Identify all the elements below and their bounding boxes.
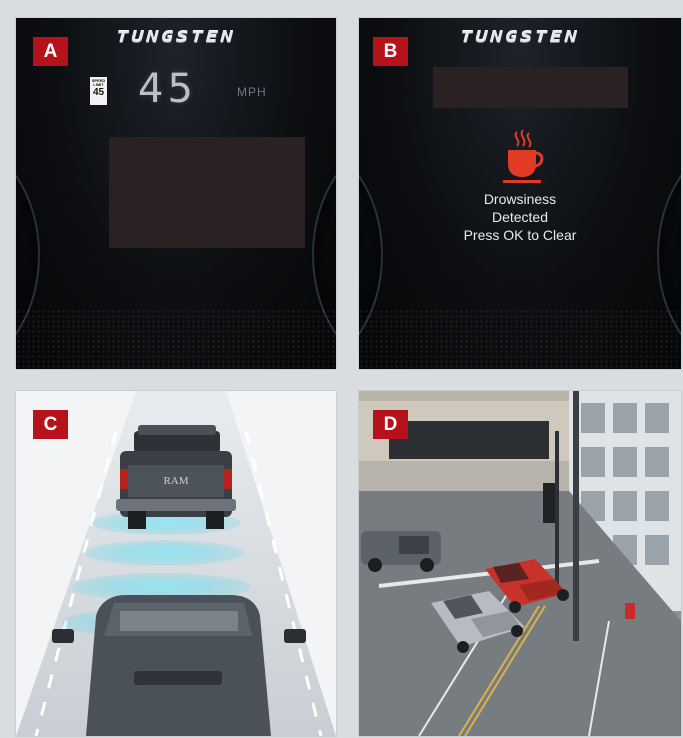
drowsiness-alert-message: Drowsiness Detected Press OK to Clear xyxy=(359,190,681,244)
speed-limit-value: 45 xyxy=(92,87,105,98)
panel-b-drowsiness-alert: B TUNGSTEN Drowsiness Detected Press OK … xyxy=(358,17,682,370)
left-gauge-ring xyxy=(359,138,383,369)
left-gauge-ring xyxy=(16,138,40,369)
speed-limit-caption: SPEED LIMIT xyxy=(91,78,106,87)
right-gauge-ring xyxy=(657,138,681,369)
panel-c-following-distance-illustration: RAM C xyxy=(15,390,337,737)
panel-label-badge: D xyxy=(373,410,408,439)
tailgate-text: RAM xyxy=(163,475,188,487)
truck-following-illustration: RAM xyxy=(16,391,336,736)
alert-line-1: Drowsiness xyxy=(483,191,557,207)
panel-d-intersection-photo: D xyxy=(358,390,682,737)
speed-unit: MPH xyxy=(237,85,267,99)
sensor-wave xyxy=(84,540,244,566)
panel-label-badge: A xyxy=(33,37,68,66)
alert-line-3: Press OK to Clear xyxy=(463,227,577,243)
panel-label-badge: C xyxy=(33,410,68,439)
panel-label-badge: B xyxy=(373,37,408,66)
display-blank-area xyxy=(109,137,305,248)
intersection-scene xyxy=(359,391,681,736)
alert-line-2: Detected xyxy=(491,209,549,225)
display-blank-area xyxy=(433,67,628,108)
coffee-cup-icon xyxy=(503,130,544,183)
speed-limit-sign: SPEED LIMIT 45 xyxy=(89,76,108,106)
panel-a-speed-display: A TUNGSTEN SPEED LIMIT 45 45 MPH xyxy=(15,17,337,370)
speed-readout: 45 xyxy=(138,66,197,112)
right-gauge-ring xyxy=(312,138,336,369)
